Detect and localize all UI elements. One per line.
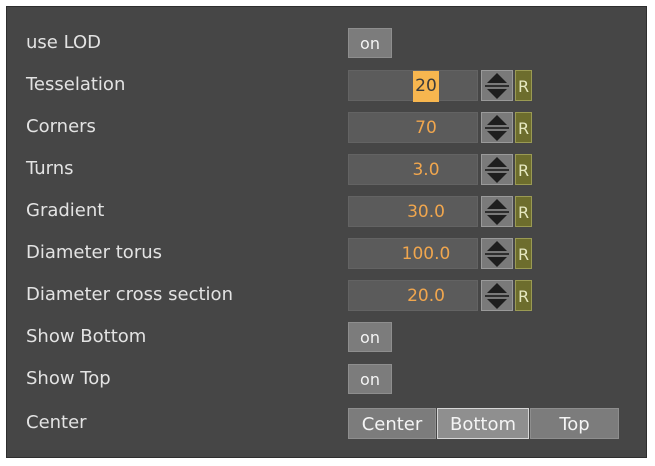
diameter-cross-section-spinner[interactable] [481, 280, 513, 311]
down-arrow-icon[interactable] [487, 257, 507, 267]
diameter-torus-reset-button[interactable]: R [515, 238, 532, 269]
gradient-reset-button[interactable]: R [515, 196, 532, 227]
spinner-divider [485, 295, 509, 297]
tesselation-field[interactable]: 20 [348, 70, 478, 102]
row-turns: Turns 3.0 R [7, 149, 646, 189]
down-arrow-icon[interactable] [487, 215, 507, 225]
diameter-torus-value: 100.0 [401, 244, 451, 264]
diameter-cross-section-reset-button[interactable]: R [515, 280, 532, 311]
corners-value: 70 [415, 118, 437, 138]
spinner-divider [485, 85, 509, 87]
diameter-cross-section-value: 20.0 [407, 286, 445, 306]
up-arrow-icon[interactable] [487, 241, 507, 251]
turns-value: 3.0 [412, 160, 440, 180]
row-diameter-cross-section: Diameter cross section 20.0 R [7, 275, 646, 315]
center-option-center[interactable]: Center [348, 408, 436, 439]
diameter-cross-section-label: Diameter cross section [26, 284, 233, 305]
spinner-divider [485, 127, 509, 129]
up-arrow-icon[interactable] [487, 199, 507, 209]
show-top-toggle[interactable]: on [348, 364, 392, 394]
row-corners: Corners 70 R [7, 107, 646, 147]
gradient-spinner[interactable] [481, 196, 513, 227]
show-bottom-label: Show Bottom [26, 326, 147, 347]
turns-reset-button[interactable]: R [515, 154, 532, 185]
corners-label: Corners [26, 116, 96, 137]
row-show-bottom: Show Bottom on [7, 317, 646, 357]
down-arrow-icon[interactable] [487, 173, 507, 183]
gradient-label: Gradient [26, 200, 105, 221]
corners-field[interactable]: 70 [348, 112, 478, 143]
turns-field[interactable]: 3.0 [348, 154, 478, 185]
row-show-top: Show Top on [7, 359, 646, 399]
properties-panel: use LOD on Tesselation 20 R Corners 70 R… [6, 6, 647, 458]
down-arrow-icon[interactable] [487, 89, 507, 99]
row-tesselation: Tesselation 20 R [7, 65, 646, 105]
tesselation-spinner[interactable] [481, 70, 513, 101]
row-use-lod: use LOD on [7, 23, 646, 63]
diameter-torus-spinner[interactable] [481, 238, 513, 269]
turns-label: Turns [26, 158, 74, 179]
diameter-torus-label: Diameter torus [26, 242, 163, 263]
row-center: Center Center Bottom Top [7, 403, 646, 443]
spinner-divider [485, 211, 509, 213]
center-option-top[interactable]: Top [530, 408, 619, 439]
down-arrow-icon[interactable] [487, 299, 507, 309]
row-diameter-torus: Diameter torus 100.0 R [7, 233, 646, 273]
up-arrow-icon[interactable] [487, 73, 507, 83]
corners-reset-button[interactable]: R [515, 112, 532, 143]
spinner-divider [485, 253, 509, 255]
center-label: Center [26, 412, 87, 433]
use-lod-toggle[interactable]: on [348, 28, 392, 58]
show-bottom-toggle[interactable]: on [348, 322, 392, 352]
row-gradient: Gradient 30.0 R [7, 191, 646, 231]
use-lod-label: use LOD [26, 32, 101, 53]
diameter-cross-section-field[interactable]: 20.0 [348, 280, 478, 311]
up-arrow-icon[interactable] [487, 283, 507, 293]
up-arrow-icon[interactable] [487, 115, 507, 125]
down-arrow-icon[interactable] [487, 131, 507, 141]
show-top-label: Show Top [26, 368, 111, 389]
up-arrow-icon[interactable] [487, 157, 507, 167]
gradient-field[interactable]: 30.0 [348, 196, 478, 227]
tesselation-value: 20 [413, 71, 439, 102]
center-option-bottom[interactable]: Bottom [437, 408, 529, 439]
tesselation-reset-button[interactable]: R [515, 70, 532, 101]
diameter-torus-field[interactable]: 100.0 [348, 238, 478, 269]
spinner-divider [485, 169, 509, 171]
corners-spinner[interactable] [481, 112, 513, 143]
gradient-value: 30.0 [407, 202, 445, 222]
tesselation-label: Tesselation [26, 74, 126, 95]
turns-spinner[interactable] [481, 154, 513, 185]
